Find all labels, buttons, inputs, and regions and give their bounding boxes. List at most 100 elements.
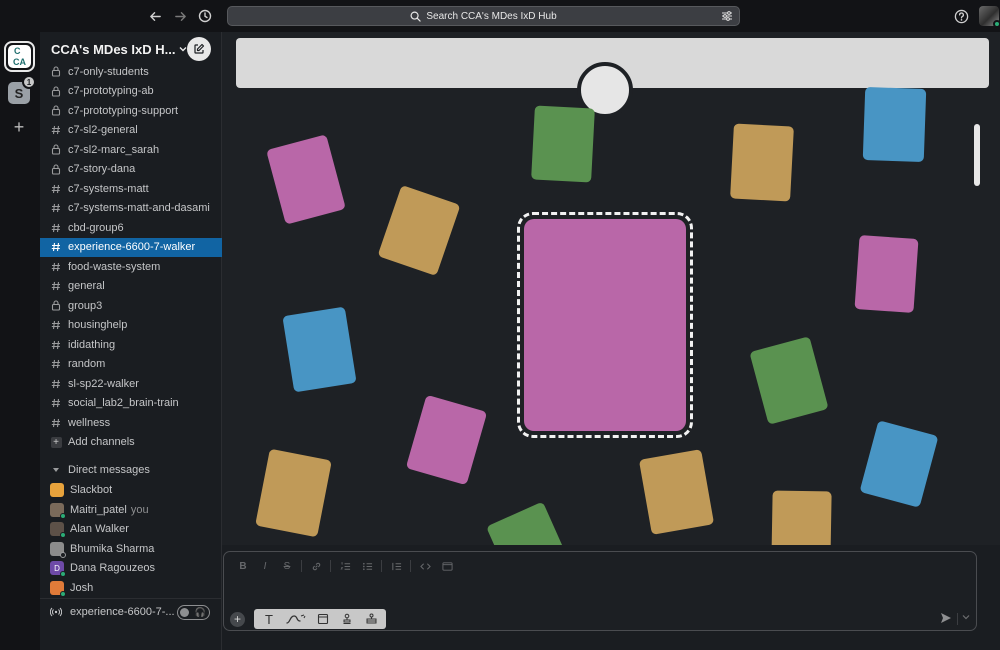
sticky-card-blue[interactable] [859,420,939,508]
text-tool-button[interactable]: T [257,609,281,629]
sticky-card-green[interactable] [531,105,595,183]
add-workspace-button[interactable]: + [9,117,29,137]
lock-icon [50,66,62,78]
sidebar-item-wellness[interactable]: wellness [40,413,222,433]
code-block-button[interactable] [436,558,458,574]
radio-waves-icon [50,607,62,616]
stamp-pad-tool-button[interactable] [359,609,383,629]
bold-button[interactable]: B [232,558,254,574]
avatar [50,580,66,597]
canvas-tools: T [254,609,386,629]
dm-item[interactable]: Alan Walker [40,520,222,540]
sidebar-item-food-waste-system[interactable]: food-waste-system [40,257,222,277]
sidebar-item-random[interactable]: random [40,355,222,375]
sidebar-item-sl-sp22-walker[interactable]: sl-sp22-walker [40,374,222,394]
logo-letter-bottom: CA [13,57,26,67]
avatar: D [50,561,66,578]
sidebar-item-c7-systems-matt[interactable]: c7-systems-matt [40,179,222,199]
block-list-button[interactable] [385,558,407,574]
message-composer[interactable]: B I S + T [223,551,977,631]
sticky-card-green[interactable] [749,336,829,425]
sidebar-item-c7-sl2-marc_sarah[interactable]: c7-sl2-marc_sarah [40,140,222,160]
workspace-name: CCA's MDes IxD H... [51,41,176,57]
dm-item[interactable]: Bhumika Sharma [40,539,222,559]
sidebar-item-ididathing[interactable]: ididathing [40,335,222,355]
sidebar-item-c7-only-students[interactable]: c7-only-students [40,62,222,82]
presence-icon [60,551,66,558]
workspace-rail: C CA S 1 + [0,32,40,650]
dm-item[interactable]: Josh [40,578,222,598]
workspace-cca[interactable]: C CA [4,41,35,72]
sidebar-item-c7-story-dana[interactable]: c7-story-dana [40,160,222,180]
sticky-card-pink[interactable] [405,394,488,486]
code-button[interactable] [414,558,436,574]
vertical-scrollbar[interactable] [974,124,980,186]
stamp-pad-icon [366,613,376,624]
selected-card-outline[interactable] [517,212,693,438]
sidebar-item-c7-sl2-general[interactable]: c7-sl2-general [40,121,222,141]
search-bar[interactable]: Search CCA's MDes IxD Hub [227,6,740,26]
send-button[interactable] [940,612,952,624]
dm-name: Dana Ragouzeos [70,562,156,575]
sidebar-item-housinghelp[interactable]: housinghelp [40,316,222,336]
sticky-card-tan[interactable] [638,449,715,535]
sticky-note-tool-button[interactable] [311,609,335,629]
sidebar-item-general[interactable]: general [40,277,222,297]
huddle-toggle[interactable]: 🎧 [177,605,210,620]
sticky-card-blue[interactable] [862,86,927,163]
sticky-card-tan[interactable] [730,123,794,202]
history-button[interactable] [195,6,215,26]
sidebar-item-c7-systems-matt-and-dasami[interactable]: c7-systems-matt-and-dasami [40,199,222,219]
sidebar-item-experience-6600-7-walker[interactable]: experience-6600-7-walker [40,237,222,257]
dm-item[interactable]: Maitri_patel you [40,500,222,520]
search-filter-button[interactable] [721,10,733,22]
hash-icon [50,417,62,429]
sidebar-item-c7-prototyping-support[interactable]: c7-prototyping-support [40,101,222,121]
dm-item[interactable]: D Dana Ragouzeos [40,559,222,579]
sticky-card-pink[interactable] [266,134,346,225]
bulleted-list-button[interactable] [356,558,378,574]
help-button[interactable] [952,7,970,25]
toolbar-divider [330,560,331,572]
draw-tool-button[interactable] [281,609,311,629]
user-avatar[interactable] [979,6,1000,28]
channel-label: c7-prototyping-support [68,104,179,117]
ordered-list-button[interactable] [334,558,356,574]
sticky-card-tan[interactable] [255,448,332,538]
strikethrough-button[interactable]: S [276,558,298,574]
link-button[interactable] [305,558,327,574]
presence-icon [60,590,66,597]
stamp-tool-button[interactable] [335,609,359,629]
sticky-card-pink[interactable] [854,235,919,313]
sticky-card-tan[interactable] [377,184,461,277]
sidebar-item-group3[interactable]: group3 [40,296,222,316]
forward-button[interactable] [170,6,190,26]
dm-item[interactable]: Slackbot [40,481,222,501]
sticky-card-green[interactable] [486,501,572,545]
ordered-list-icon [339,561,350,570]
dm-name: Bhumika Sharma [70,542,155,555]
direct-messages-header[interactable]: Direct messages [40,460,222,480]
workspace-logo: C CA [8,45,31,68]
sidebar-item-cbd-group6[interactable]: cbd-group6 [40,218,222,238]
sidebar-item-social_lab2_brain-train[interactable]: social_lab2_brain-train [40,394,222,414]
canvas-board[interactable] [222,32,1000,545]
sidebar-item-c7-prototyping-ab[interactable]: c7-prototyping-ab [40,82,222,102]
sticky-card-blue[interactable] [282,306,357,393]
chevron-down-icon [962,615,970,620]
add-channels-button[interactable]: + Add channels [40,433,222,453]
lock-icon [50,85,62,97]
hash-icon [50,241,62,253]
attach-button[interactable]: + [230,611,245,627]
back-button[interactable] [145,6,165,26]
italic-button[interactable]: I [254,558,276,574]
huddle-bar[interactable]: experience-6600-7-... 🎧 [40,598,222,624]
add-channels-label: Add channels [68,436,135,449]
send-options-button[interactable] [962,613,970,621]
channel-label: c7-systems-matt [68,182,149,195]
app-window: Search CCA's MDes IxD Hub C CA S 1 + CCA… [0,0,1000,650]
link-icon [312,562,320,570]
sticky-card-tan[interactable] [771,490,832,545]
selected-card-pink[interactable] [524,219,686,431]
compose-button[interactable] [187,37,211,61]
